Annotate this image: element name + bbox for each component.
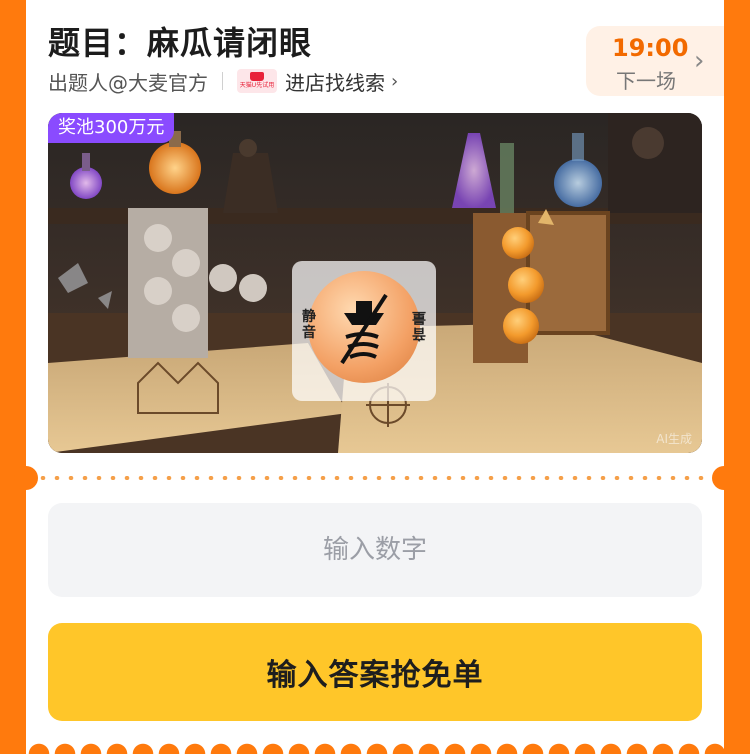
tmall-logo-icon: 天猫U先试用 [237, 69, 277, 93]
chevron-right-icon: › [694, 46, 705, 76]
divider-bar [222, 72, 223, 90]
chevron-right-icon[interactable]: › [391, 71, 398, 92]
submit-answer-button[interactable]: 输入答案抢免单 [48, 623, 702, 721]
puzzle-title: 题目：麻瓜请闭眼 [48, 24, 313, 62]
next-session-label: 下一场 [616, 69, 676, 93]
author-text: 出题人@大麦官方 [48, 70, 208, 95]
dotted-divider [26, 476, 724, 480]
ai-generated-watermark: AI生成 [656, 432, 692, 446]
author-line: 出题人@大麦官方 天猫U先试用 进店找线索 › [48, 66, 398, 96]
scalloped-edge [0, 742, 750, 754]
mute-label: 静音 [302, 309, 316, 341]
next-session-button[interactable]: 19:00 下一场 › [586, 26, 724, 96]
speaker-mute-icon [340, 293, 388, 365]
prize-pool-badge: 奖池300万元 [48, 113, 175, 143]
volume-label: 音量 [412, 309, 426, 341]
puzzle-banner-image: 奖池300万元 静音 音量 AI生成 [48, 113, 702, 453]
answer-number-input[interactable] [48, 503, 702, 597]
ticket-notch-right [712, 466, 736, 490]
next-session-time: 19:00 [612, 34, 689, 62]
mute-hint-tile: 静音 音量 [292, 261, 436, 401]
ticket-notch-left [14, 466, 38, 490]
store-clue-link[interactable]: 进店找线索 [285, 67, 385, 96]
puzzle-card: 题目：麻瓜请闭眼 出题人@大麦官方 天猫U先试用 进店找线索 › 19:00 下… [26, 0, 724, 754]
shopping-bag-icon [250, 72, 264, 81]
